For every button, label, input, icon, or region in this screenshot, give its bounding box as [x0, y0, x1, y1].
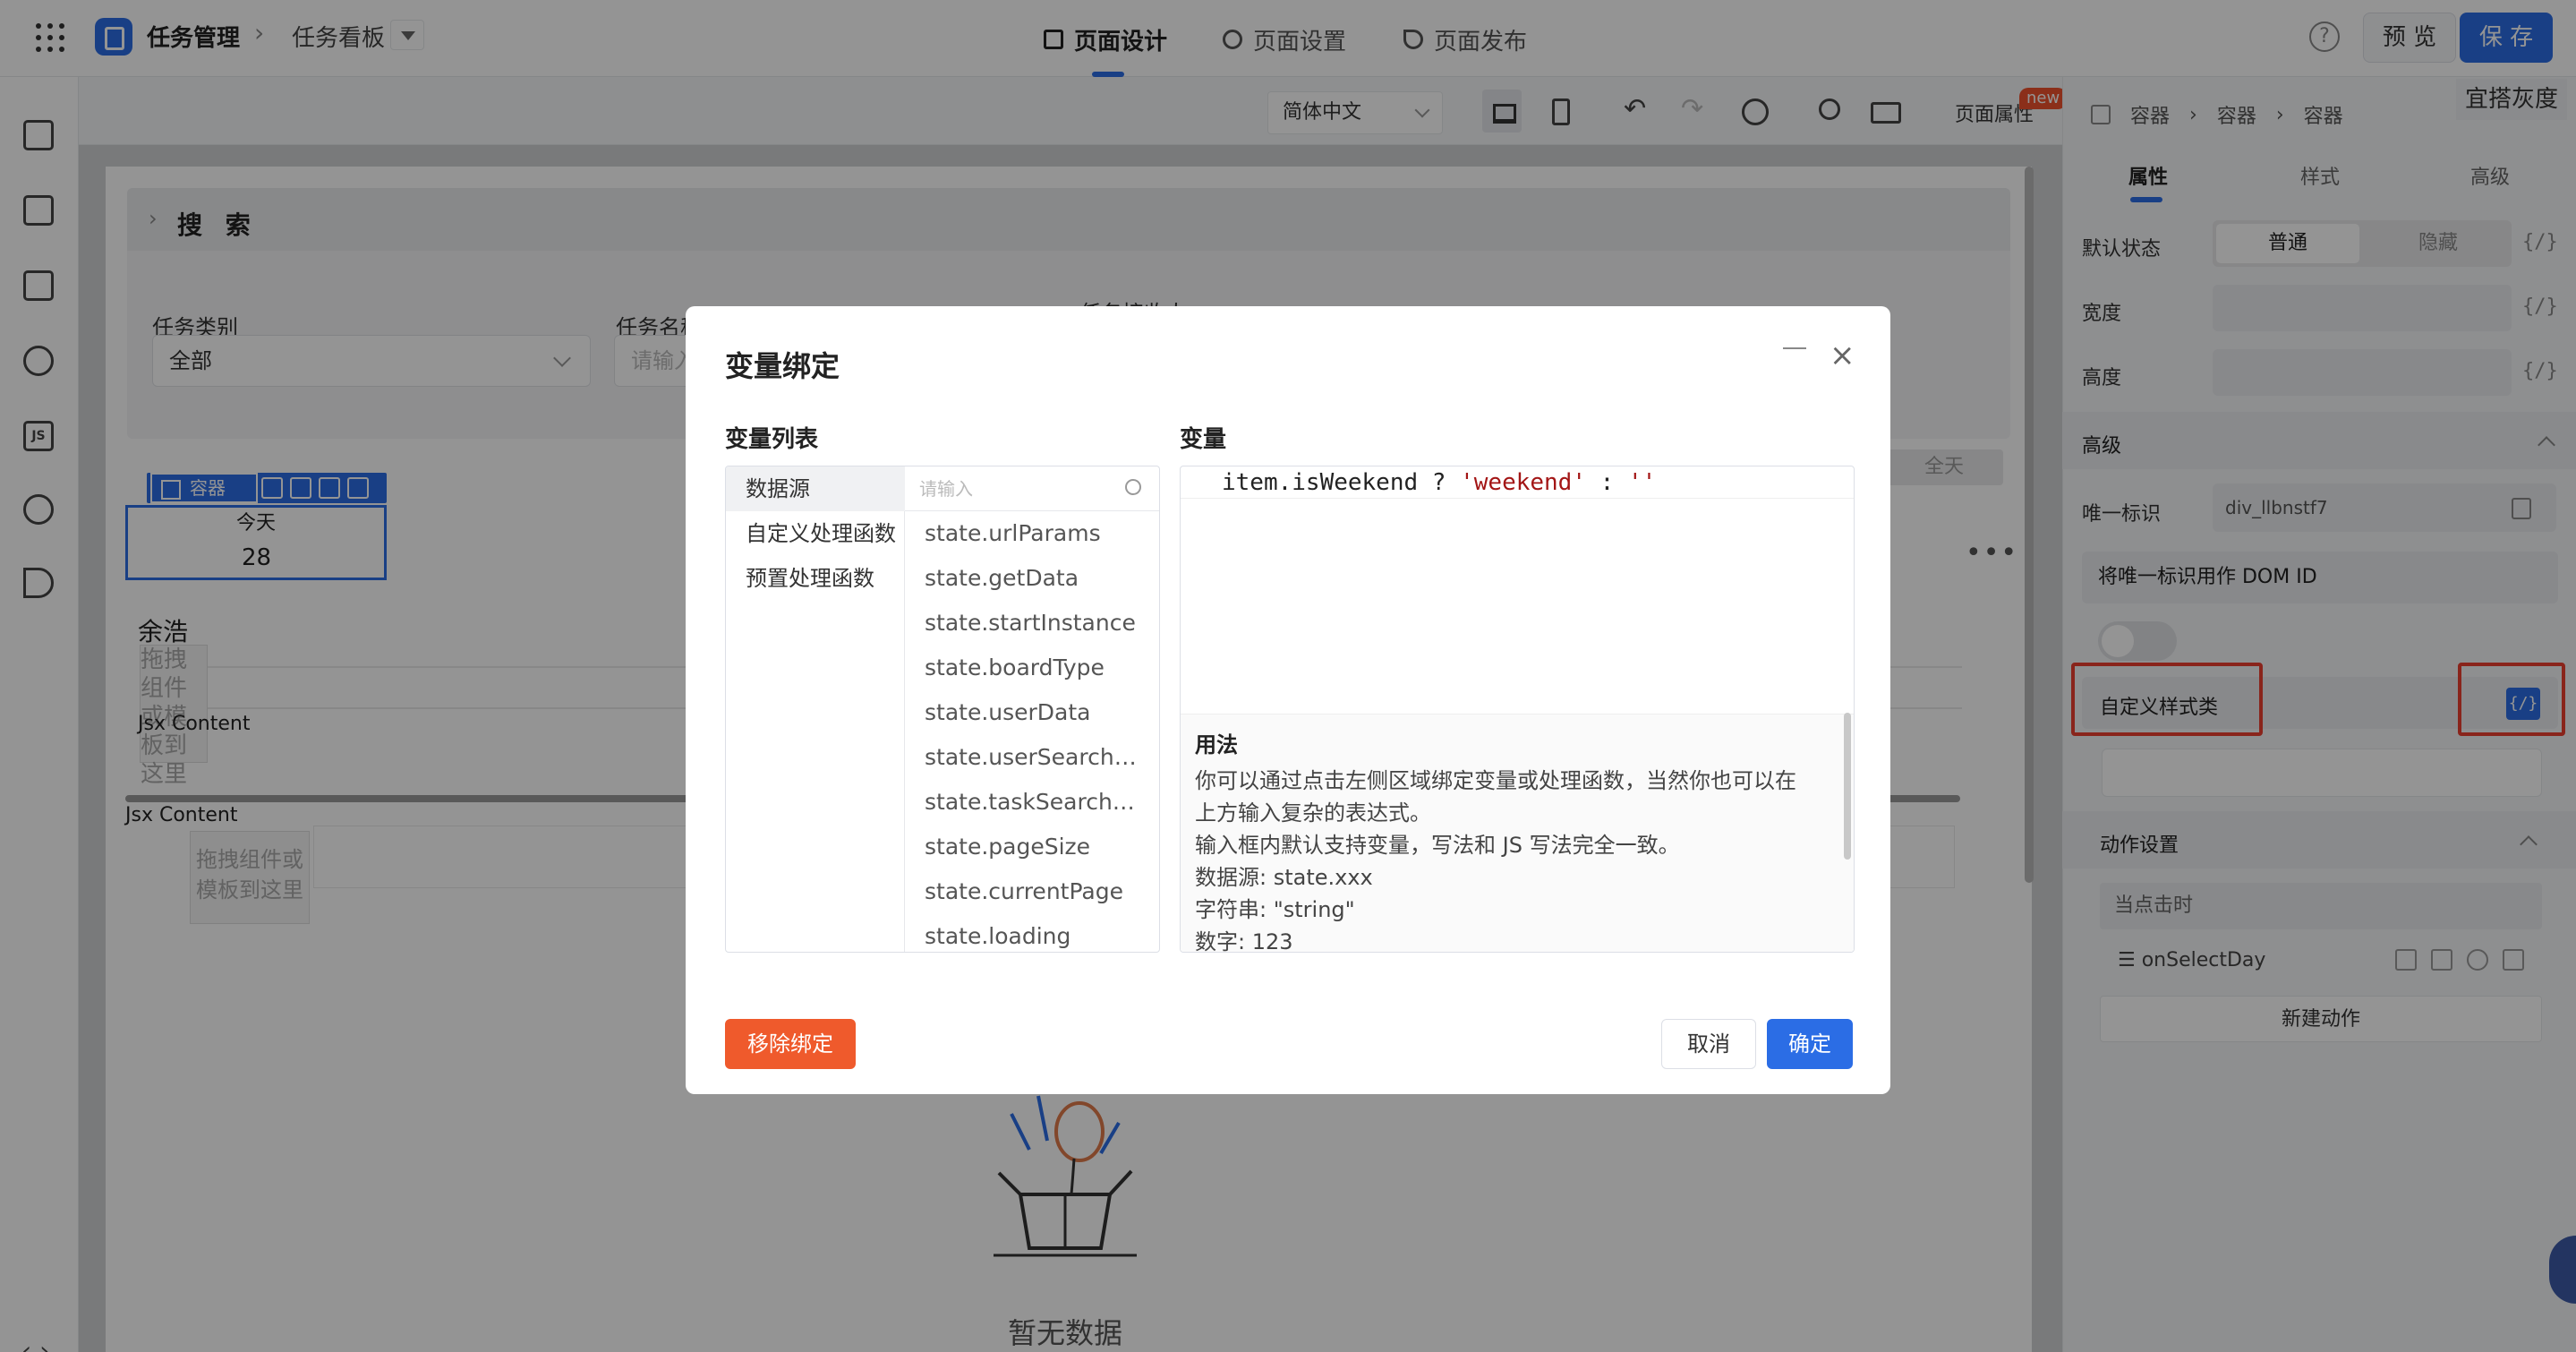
- category-data-source[interactable]: 数据源: [726, 466, 905, 511]
- category-preset-functions[interactable]: 预置处理函数: [726, 556, 905, 601]
- variable-label: 变量: [1180, 426, 1227, 453]
- minimize-icon[interactable]: [1783, 347, 1806, 349]
- variable-binding-dialog: 变量绑定 × 变量列表 变量 数据源 自定义处理函数 预置处理函数 请输入 st…: [686, 306, 1890, 1094]
- usage-help: 用法 你可以通过点击左侧区域绑定变量或处理函数，当然你也可以在 上方输入复杂的表…: [1181, 714, 1854, 953]
- variable-list: 数据源 自定义处理函数 预置处理函数 请输入 state.urlParams s…: [725, 466, 1160, 953]
- category-list: 数据源 自定义处理函数 预置处理函数: [726, 466, 905, 952]
- usage-line: 数据源: state.xxx: [1195, 865, 1373, 890]
- variable-item[interactable]: state.loading: [905, 914, 1139, 952]
- dialog-title: 变量绑定: [725, 349, 840, 383]
- confirm-button[interactable]: 确定: [1767, 1019, 1853, 1069]
- expression-editor[interactable]: item.isWeekend ? 'weekend' : '' 用法 你可以通过…: [1180, 466, 1855, 953]
- code-operator: :: [1586, 469, 1628, 496]
- variable-item[interactable]: state.urlParams: [905, 511, 1139, 556]
- variable-item[interactable]: state.userSearchList: [905, 735, 1139, 780]
- variable-item[interactable]: state.getData: [905, 556, 1139, 601]
- variable-list-label: 变量列表: [725, 426, 819, 453]
- code-string: 'weekend': [1460, 469, 1586, 496]
- usage-scrollbar[interactable]: [1844, 713, 1851, 860]
- variable-item[interactable]: state.boardType: [905, 646, 1139, 690]
- cancel-button[interactable]: 取消: [1661, 1019, 1756, 1069]
- variable-item[interactable]: state.currentPage: [905, 869, 1139, 914]
- usage-line: 字符串: "string": [1195, 897, 1355, 922]
- variable-item[interactable]: state.userData: [905, 690, 1139, 735]
- remove-binding-button[interactable]: 移除绑定: [725, 1019, 856, 1069]
- variable-search-input[interactable]: 请输入: [905, 466, 1159, 511]
- usage-line: 数字: 123: [1195, 929, 1293, 953]
- code-expression: item.isWeekend ?: [1222, 469, 1461, 496]
- close-icon[interactable]: ×: [1830, 340, 1855, 371]
- usage-line: 上方输入复杂的表达式。: [1195, 800, 1431, 826]
- variable-item[interactable]: state.taskSearchList: [905, 780, 1139, 825]
- usage-line: 你可以通过点击左侧区域绑定变量或处理函数，当然你也可以在: [1195, 768, 1796, 793]
- search-icon: [1125, 479, 1141, 495]
- code-string: '': [1627, 469, 1657, 496]
- code-line[interactable]: item.isWeekend ? 'weekend' : '': [1181, 466, 1854, 499]
- category-custom-functions[interactable]: 自定义处理函数: [726, 511, 905, 556]
- variable-item[interactable]: state.startInstance: [905, 601, 1139, 646]
- usage-line: 输入框内默认支持变量，写法和 JS 写法完全一致。: [1195, 833, 1680, 858]
- usage-title: 用法: [1195, 732, 1238, 757]
- variable-item[interactable]: state.pageSize: [905, 825, 1139, 869]
